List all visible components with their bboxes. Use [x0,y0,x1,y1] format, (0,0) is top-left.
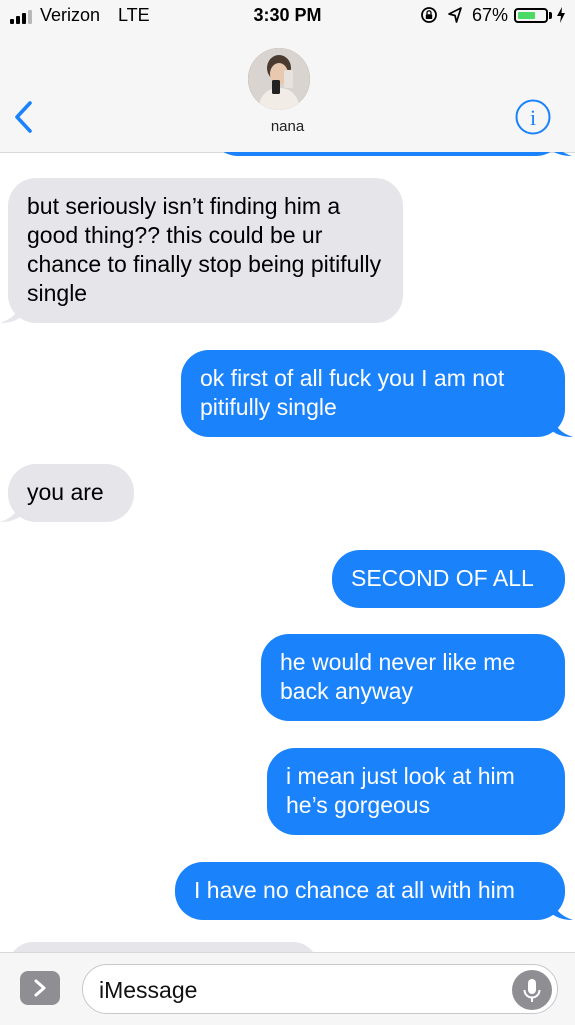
contact-avatar[interactable] [248,48,310,110]
battery-cap [549,12,552,19]
contact-name[interactable]: nana [0,118,575,135]
message-input[interactable]: iMessage [82,964,558,1014]
orientation-lock-icon [421,7,437,23]
message-bubble-sent[interactable]: SECOND OF ALL [332,550,565,608]
message-bubble-received[interactable]: you are [0,464,134,522]
message-bubble-sent[interactable]: i mean just look at him he’s gorgeous [267,748,565,835]
charging-bolt-icon [557,7,565,23]
compose-bar: iMessage [0,952,575,1025]
message-thread[interactable]: but seriously isn’t finding him a good t… [0,152,575,952]
conversation-header: Verizon LTE 3:30 PM 67% nana i [0,0,575,153]
message-text: you are [27,479,104,505]
message-placeholder: iMessage [99,977,198,1003]
chevron-right-icon [34,979,46,997]
microphone-button[interactable] [512,970,552,1010]
message-bubble-sent[interactable]: I have no chance at all with him [175,862,573,920]
battery-percent: 67% [472,5,509,25]
location-arrow-icon [448,7,462,23]
svg-text:i: i [530,105,536,130]
microphone-icon [523,979,541,1002]
message-bubble-sent[interactable]: ok first of all fuck you I am not pitifu… [181,350,573,437]
message-text: he would never like me back anyway [280,649,516,704]
info-icon[interactable]: i [514,98,552,136]
avatar-photo [248,48,310,110]
battery-fill [518,12,536,19]
message-text: ok first of all fuck you I am not pitifu… [200,365,505,420]
apps-button[interactable] [20,971,60,1005]
message-bubble-partial [210,152,572,156]
message-bubble-received[interactable]: but seriously isn’t finding him a good t… [0,178,403,323]
message-bubble-sent[interactable]: he would never like me back anyway [261,634,565,721]
status-bar: Verizon LTE 3:30 PM 67% [0,0,575,34]
message-text: SECOND OF ALL [351,565,534,591]
message-text: I have no chance at all with him [194,877,515,903]
message-text: i mean just look at him he’s gorgeous [286,763,515,818]
battery-icon [514,8,548,23]
message-bubble-partial [8,942,318,952]
message-text: but seriously isn’t finding him a good t… [27,193,382,306]
